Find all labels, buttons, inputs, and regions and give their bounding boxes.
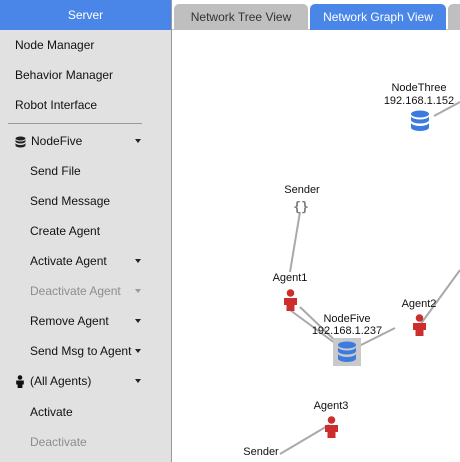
database-icon[interactable] (410, 110, 430, 133)
edge-agent3-sender (279, 424, 330, 455)
chevron-down-icon[interactable] (135, 319, 141, 323)
chevron-down-icon[interactable] (135, 379, 141, 383)
menu-item-remove-agent[interactable]: Remove Agent (0, 306, 171, 336)
chevron-down-icon[interactable] (135, 259, 141, 263)
menu-item-send-msg-to-agent-label: Send Msg to Agent (30, 344, 132, 358)
menu-item-send-msg-to-agent[interactable]: Send Msg to Agent (0, 336, 171, 366)
edge-agent1-sender (289, 211, 301, 273)
agents-group-header[interactable]: (All Agents) (0, 366, 171, 396)
menu-item-deactivate-agent: Deactivate Agent (0, 276, 171, 306)
menu-item-activate-agent-label: Activate Agent (30, 254, 107, 268)
menu-item-send-message[interactable]: Send Message (0, 186, 171, 216)
agent-icon[interactable] (324, 416, 339, 438)
agent1-label: Agent1 (272, 272, 308, 284)
agent-icon[interactable] (412, 314, 427, 336)
selected-node-highlight[interactable] (333, 338, 361, 366)
node-group-header[interactable]: NodeFive (0, 126, 171, 156)
chevron-down-icon (135, 289, 141, 293)
sidebar-item-node-manager[interactable]: Node Manager (0, 30, 171, 60)
chevron-down-icon[interactable] (135, 139, 141, 143)
sidebar-title: Server (0, 0, 171, 30)
database-icon (15, 136, 26, 148)
node-five-ip: 192.168.1.237 (311, 325, 383, 337)
menu-item-send-file[interactable]: Send File (0, 156, 171, 186)
tab-partial[interactable] (448, 4, 460, 30)
agent3-label: Agent3 (313, 400, 349, 412)
sidebar: Server Node Manager Behavior Manager Rob… (0, 0, 172, 462)
menu-item-deactivate: Deactivate (30, 435, 87, 449)
person-icon (16, 375, 24, 389)
braces-icon[interactable]: {} (290, 200, 312, 216)
agent2-label: Agent2 (401, 298, 437, 310)
sender-top-label: Sender (284, 184, 320, 196)
database-icon (338, 341, 356, 362)
tab-network-tree-view[interactable]: Network Tree View (174, 4, 308, 30)
sender-bottom-label: Sender (243, 446, 279, 458)
node-three-name: NodeThree (391, 82, 447, 94)
sidebar-item-behavior-manager[interactable]: Behavior Manager (0, 60, 171, 90)
agents-group-label: (All Agents) (30, 374, 92, 388)
menu-item-remove-agent-label: Remove Agent (30, 314, 109, 328)
menu-item-create-agent[interactable]: Create Agent (0, 216, 171, 246)
menu-item-activate[interactable]: Activate (0, 397, 171, 427)
node-three-ip: 192.168.1.152 (383, 95, 455, 107)
node-group-label: NodeFive (31, 134, 83, 148)
tab-network-graph-view[interactable]: Network Graph View (310, 4, 446, 30)
menu-item-activate-agent[interactable]: Activate Agent (0, 246, 171, 276)
chevron-down-icon[interactable] (135, 349, 141, 353)
sidebar-item-robot-interface[interactable]: Robot Interface (0, 90, 171, 120)
menu-item-deactivate-agent-label: Deactivate Agent (30, 284, 121, 298)
agent-icon[interactable] (283, 289, 298, 311)
node-five-name: NodeFive (323, 313, 371, 325)
sidebar-divider (8, 123, 142, 124)
network-graph-canvas[interactable]: NodeThree 192.168.1.152 Sender {} Agent1… (172, 30, 460, 462)
